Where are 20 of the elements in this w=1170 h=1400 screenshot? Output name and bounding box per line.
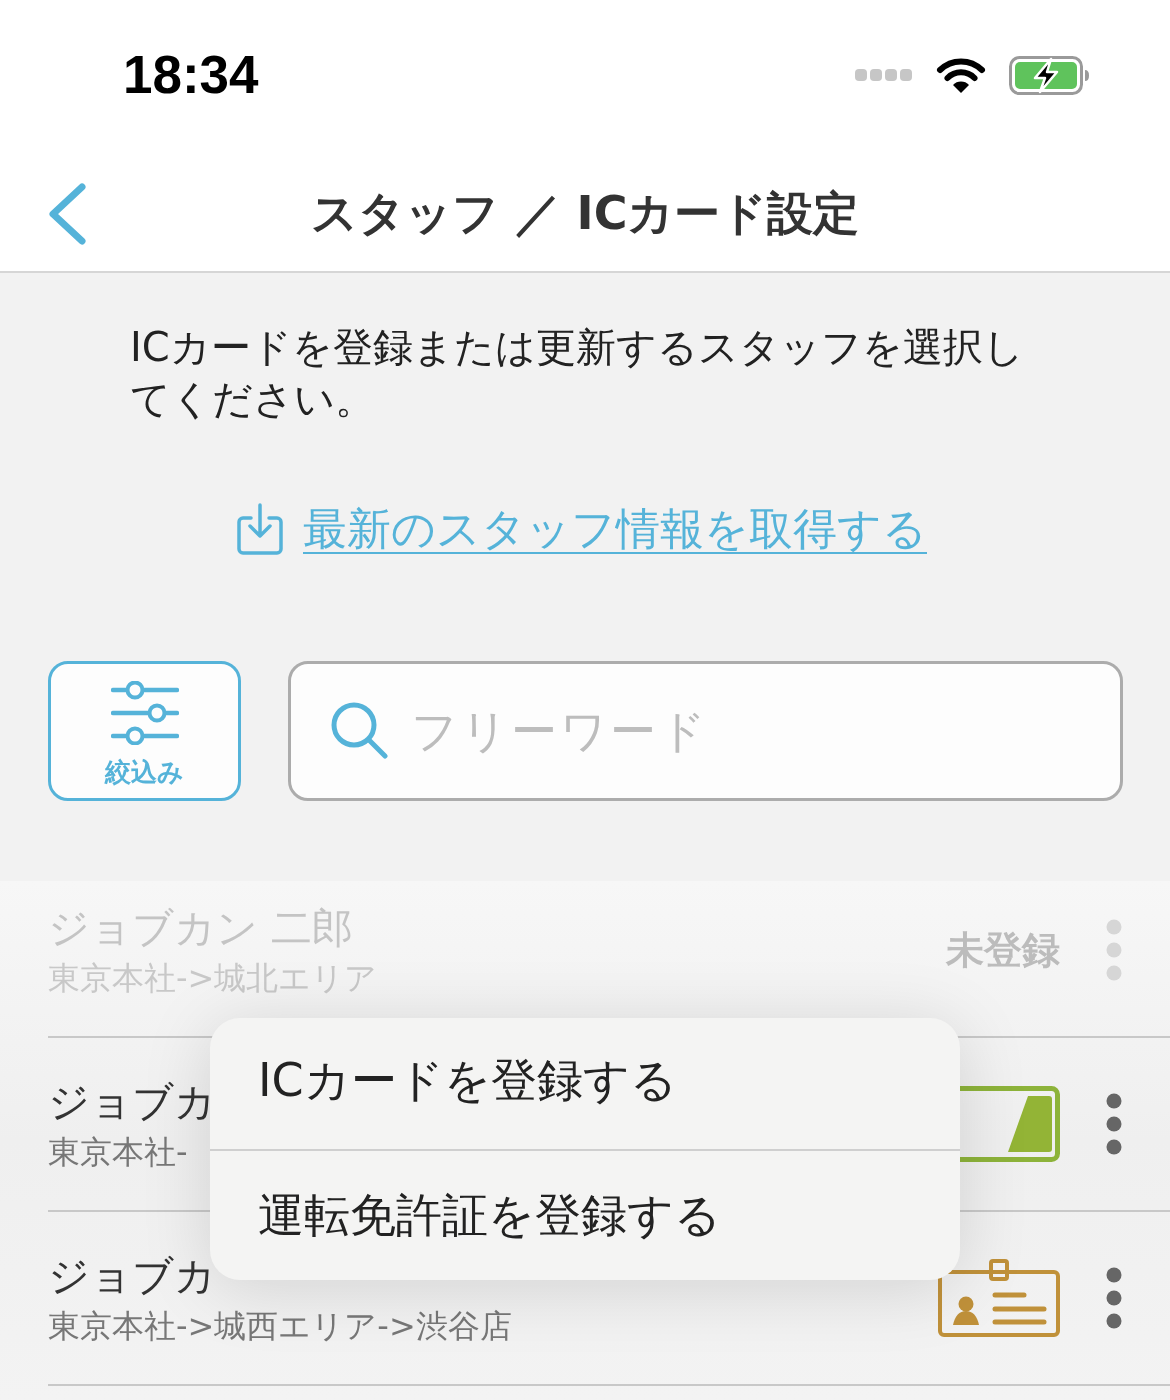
page-title: スタッフ ／ ICカード設定 <box>310 184 860 242</box>
sliders-icon <box>110 681 179 745</box>
battery-charging-icon <box>1009 55 1090 95</box>
search-icon <box>330 701 388 759</box>
more-vertical-icon <box>1106 1093 1122 1155</box>
more-button[interactable] <box>1106 1267 1122 1329</box>
menu-item[interactable]: 運転免許証を登録する <box>210 1149 960 1280</box>
download-icon <box>237 503 283 555</box>
search-field[interactable]: フリーワード <box>288 661 1123 801</box>
more-button[interactable] <box>1106 1093 1122 1155</box>
staff-department-path: 東京本社->城西エリア->渋谷店 <box>48 1306 512 1346</box>
instruction-text: ICカードを登録または更新するスタッフを選択してください。 <box>130 323 1025 424</box>
more-vertical-icon <box>1106 1267 1122 1329</box>
more-vertical-icon <box>1106 919 1122 981</box>
wifi-icon <box>936 56 986 94</box>
signal-icon <box>855 69 913 81</box>
status-time: 18:34 <box>123 45 259 105</box>
back-chevron-icon <box>48 182 86 245</box>
status-label: 未登録 <box>946 927 1060 973</box>
staff-department-path: 東京本社- <box>48 1132 188 1172</box>
